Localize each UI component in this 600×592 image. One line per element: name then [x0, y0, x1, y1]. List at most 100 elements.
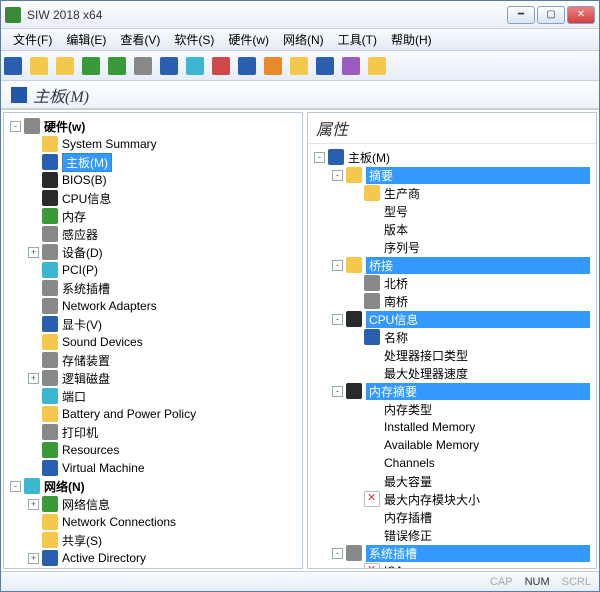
tree-node[interactable]: 南桥 [314, 292, 594, 310]
node-label: 内存摘要 [366, 383, 590, 400]
tree-node[interactable]: - 系统插槽 [314, 544, 594, 562]
tree-node[interactable]: -CPU信息 [314, 310, 594, 328]
tree-node[interactable]: +设备(D) [10, 243, 300, 261]
tree-node[interactable]: PCI(P) [10, 261, 300, 279]
monitor-icon[interactable] [239, 56, 259, 76]
expand-icon[interactable]: + [28, 373, 39, 384]
menu-item[interactable]: 网络(N) [277, 29, 330, 50]
tree-node[interactable]: 名称 [314, 328, 594, 346]
menu-item[interactable]: 查看(V) [114, 29, 166, 50]
tree-node[interactable]: 型号 [314, 202, 594, 220]
tree-node[interactable]: 感应器 [10, 225, 300, 243]
save-icon[interactable] [5, 56, 25, 76]
node-label: 系统插槽 [366, 545, 590, 562]
tree-node[interactable]: 端口 [10, 387, 300, 405]
tree-node[interactable]: 系统插槽 [10, 279, 300, 297]
tree-node[interactable]: 北桥 [314, 274, 594, 292]
tree-node[interactable]: 最大处理器速度 [314, 364, 594, 382]
tree-node[interactable]: System Summary [10, 135, 300, 153]
tree-node[interactable]: +用户群组 [10, 567, 300, 569]
tree-node[interactable]: 最大容量 [314, 472, 594, 490]
tree-node[interactable]: -网络(N) [10, 477, 300, 495]
tree-node[interactable]: 序列号 [314, 238, 594, 256]
collapse-icon[interactable]: - [332, 170, 343, 181]
star-icon[interactable] [291, 56, 311, 76]
tree-node[interactable]: 存储装置 [10, 351, 300, 369]
tree-node[interactable]: 共享(S) [10, 531, 300, 549]
minimize-button[interactable]: ━ [507, 6, 535, 24]
menu-item[interactable]: 帮助(H) [385, 29, 438, 50]
app-window: SIW 2018 x64 ━ ▢ ✕ 文件(F)编辑(E)查看(V)软件(S)硬… [0, 0, 600, 592]
tree-node[interactable]: + 网络信息 [10, 495, 300, 513]
lock-icon[interactable] [31, 56, 51, 76]
tree-node[interactable]: Resources [10, 441, 300, 459]
tree-node[interactable]: Installed Memory [314, 418, 594, 436]
key-icon[interactable] [57, 56, 77, 76]
node-icon [346, 545, 362, 561]
tree-node[interactable]: Sound Devices [10, 333, 300, 351]
tree-node[interactable]: CPU信息 [10, 189, 300, 207]
tree-node[interactable]: 内存类型 [314, 400, 594, 418]
collapse-icon[interactable]: - [332, 260, 343, 271]
module-icon[interactable] [135, 56, 155, 76]
tree-node[interactable]: -主板(M) [314, 148, 594, 166]
maximize-button[interactable]: ▢ [537, 6, 565, 24]
collapse-icon[interactable]: - [10, 121, 21, 132]
tree-node[interactable]: 显卡(V) [10, 315, 300, 333]
menu-item[interactable]: 文件(F) [7, 29, 58, 50]
tree-node[interactable]: 处理器接口类型 [314, 346, 594, 364]
node-label: 最大容量 [384, 473, 432, 490]
expand-icon[interactable]: + [28, 553, 39, 564]
tree-node[interactable]: 主板(M) [10, 153, 300, 171]
warning-icon[interactable] [369, 56, 389, 76]
menu-item[interactable]: 硬件(w) [222, 29, 275, 50]
tree-node[interactable]: -硬件(w) [10, 117, 300, 135]
tree-node[interactable]: 错误修正 [314, 526, 594, 544]
globe-icon[interactable] [83, 56, 103, 76]
tree-node[interactable]: Network Connections [10, 513, 300, 531]
tree-node[interactable]: Battery and Power Policy [10, 405, 300, 423]
tree-node[interactable]: 内存 [10, 207, 300, 225]
tree-node[interactable]: 内存插槽 [314, 508, 594, 526]
breadcrumb: 主板(M) [1, 81, 599, 109]
menu-item[interactable]: 工具(T) [332, 29, 383, 50]
tree-node[interactable]: BIOS(B) [10, 171, 300, 189]
collapse-icon[interactable]: - [10, 481, 21, 492]
titlebar[interactable]: SIW 2018 x64 ━ ▢ ✕ [1, 1, 599, 29]
tree-node[interactable]: +Active Directory [10, 549, 300, 567]
tree-node[interactable]: - 内存摘要 [314, 382, 594, 400]
tree-node[interactable]: ISA [314, 562, 594, 569]
drive-icon[interactable] [161, 56, 181, 76]
tree-node[interactable]: -桥接 [314, 256, 594, 274]
tree-node[interactable]: +逻辑磁盘 [10, 369, 300, 387]
node-icon [42, 136, 58, 152]
expand-icon[interactable]: + [28, 247, 39, 258]
tree-node[interactable]: Virtual Machine [10, 459, 300, 477]
window-icon[interactable] [343, 56, 363, 76]
tree-node[interactable]: 打印机 [10, 423, 300, 441]
tree-node[interactable]: -摘要 [314, 166, 594, 184]
tree-node[interactable]: 生产商 [314, 184, 594, 202]
tree-node[interactable]: 最大内存模块大小 [314, 490, 594, 508]
close-button[interactable]: ✕ [567, 6, 595, 24]
tree-node[interactable]: Network Adapters [10, 297, 300, 315]
collapse-icon[interactable]: - [332, 386, 343, 397]
tree-node[interactable]: 版本 [314, 220, 594, 238]
node-icon [42, 334, 58, 350]
tree-node[interactable]: Available Memory [314, 436, 594, 454]
expand-icon[interactable]: + [28, 499, 39, 510]
collapse-icon[interactable]: - [332, 548, 343, 559]
network-icon[interactable] [187, 56, 207, 76]
refresh-icon[interactable] [109, 56, 129, 76]
menu-item[interactable]: 软件(S) [168, 29, 220, 50]
collapse-icon[interactable]: - [314, 152, 325, 163]
menu-item[interactable]: 编辑(E) [60, 29, 112, 50]
tree-node[interactable]: Channels [314, 454, 594, 472]
gear-icon[interactable] [265, 56, 285, 76]
chat-icon[interactable] [317, 56, 337, 76]
node-label: 网络信息 [62, 496, 110, 513]
stop-icon[interactable] [213, 56, 233, 76]
right-pane[interactable]: 属性 -主板(M)-摘要生产商型号版本序列号-桥接北桥南桥-CPU信息名称处理器… [307, 112, 597, 569]
left-pane[interactable]: -硬件(w)System Summary主板(M)BIOS(B)CPU信息内存感… [3, 112, 303, 569]
collapse-icon[interactable]: - [332, 314, 343, 325]
